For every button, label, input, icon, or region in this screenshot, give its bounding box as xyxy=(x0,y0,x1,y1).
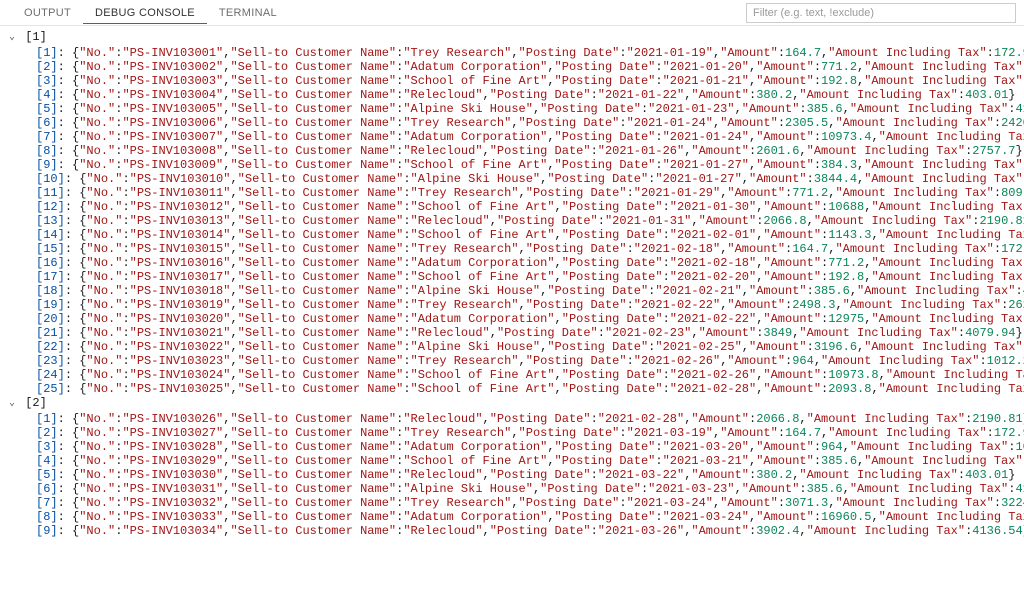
console-row: [1]: {"No.":"PS-INV103026","Sell-to Cust… xyxy=(6,412,1024,426)
console-row: [22]: {"No.":"PS-INV103022","Sell-to Cus… xyxy=(6,340,1024,354)
console-row: [6]: {"No.":"PS-INV103031","Sell-to Cust… xyxy=(6,482,1024,496)
console-row: [20]: {"No.":"PS-INV103020","Sell-to Cus… xyxy=(6,312,1024,326)
console-row: [2]: {"No.":"PS-INV103027","Sell-to Cust… xyxy=(6,426,1024,440)
chevron-down-icon[interactable]: ⌄ xyxy=(6,31,18,45)
tab-terminal[interactable]: TERMINAL xyxy=(207,2,289,23)
console-row: [13]: {"No.":"PS-INV103013","Sell-to Cus… xyxy=(6,214,1024,228)
console-row: [3]: {"No.":"PS-INV103028","Sell-to Cust… xyxy=(6,440,1024,454)
filter-box xyxy=(746,3,1016,23)
console-row: [23]: {"No.":"PS-INV103023","Sell-to Cus… xyxy=(6,354,1024,368)
console-row: [15]: {"No.":"PS-INV103015","Sell-to Cus… xyxy=(6,242,1024,256)
console-row: [4]: {"No.":"PS-INV103029","Sell-to Cust… xyxy=(6,454,1024,468)
console-row: [8]: {"No.":"PS-INV103033","Sell-to Cust… xyxy=(6,510,1024,524)
console-row: [12]: {"No.":"PS-INV103012","Sell-to Cus… xyxy=(6,200,1024,214)
console-row: [9]: {"No.":"PS-INV103034","Sell-to Cust… xyxy=(6,524,1024,538)
console-row: [2]: {"No.":"PS-INV103002","Sell-to Cust… xyxy=(6,60,1024,74)
console-row: [25]: {"No.":"PS-INV103025","Sell-to Cus… xyxy=(6,382,1024,396)
debug-console-output[interactable]: ⌄ [1][1]: {"No.":"PS-INV103001","Sell-to… xyxy=(0,26,1024,538)
console-row: [21]: {"No.":"PS-INV103021","Sell-to Cus… xyxy=(6,326,1024,340)
console-row: [8]: {"No.":"PS-INV103008","Sell-to Cust… xyxy=(6,144,1024,158)
console-row: [4]: {"No.":"PS-INV103004","Sell-to Cust… xyxy=(6,88,1024,102)
panel-tabs: OUTPUT DEBUG CONSOLE TERMINAL xyxy=(0,0,1024,26)
console-row: [7]: {"No.":"PS-INV103032","Sell-to Cust… xyxy=(6,496,1024,510)
console-row: [14]: {"No.":"PS-INV103014","Sell-to Cus… xyxy=(6,228,1024,242)
tab-debug-console[interactable]: DEBUG CONSOLE xyxy=(83,2,207,24)
console-row: [11]: {"No.":"PS-INV103011","Sell-to Cus… xyxy=(6,186,1024,200)
console-row: [10]: {"No.":"PS-INV103010","Sell-to Cus… xyxy=(6,172,1024,186)
console-row: [19]: {"No.":"PS-INV103019","Sell-to Cus… xyxy=(6,298,1024,312)
console-row: [5]: {"No.":"PS-INV103030","Sell-to Cust… xyxy=(6,468,1024,482)
console-row: [17]: {"No.":"PS-INV103017","Sell-to Cus… xyxy=(6,270,1024,284)
console-group-header[interactable]: ⌄ [1] xyxy=(6,30,1024,46)
console-group-header[interactable]: ⌄ [2] xyxy=(6,396,1024,412)
console-row: [5]: {"No.":"PS-INV103005","Sell-to Cust… xyxy=(6,102,1024,116)
console-row: [6]: {"No.":"PS-INV103006","Sell-to Cust… xyxy=(6,116,1024,130)
tab-output[interactable]: OUTPUT xyxy=(12,2,83,23)
console-row: [9]: {"No.":"PS-INV103009","Sell-to Cust… xyxy=(6,158,1024,172)
console-row: [16]: {"No.":"PS-INV103016","Sell-to Cus… xyxy=(6,256,1024,270)
console-row: [18]: {"No.":"PS-INV103018","Sell-to Cus… xyxy=(6,284,1024,298)
filter-input[interactable] xyxy=(746,3,1016,23)
console-row: [24]: {"No.":"PS-INV103024","Sell-to Cus… xyxy=(6,368,1024,382)
chevron-down-icon[interactable]: ⌄ xyxy=(6,397,18,411)
console-row: [3]: {"No.":"PS-INV103003","Sell-to Cust… xyxy=(6,74,1024,88)
console-row: [1]: {"No.":"PS-INV103001","Sell-to Cust… xyxy=(6,46,1024,60)
console-row: [7]: {"No.":"PS-INV103007","Sell-to Cust… xyxy=(6,130,1024,144)
